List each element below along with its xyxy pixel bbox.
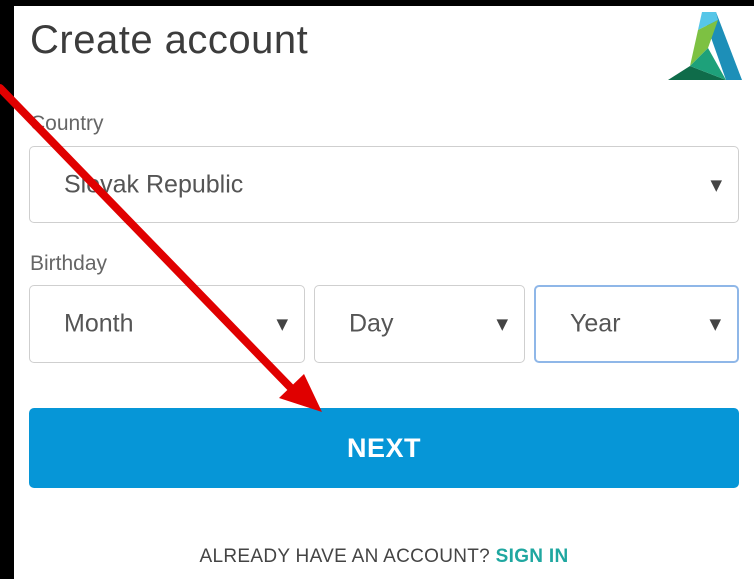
chevron-down-icon: ▼ [496, 315, 508, 333]
day-select-value: Day [349, 309, 394, 338]
month-select-value: Month [64, 309, 134, 338]
chevron-down-icon: ▼ [276, 315, 288, 333]
next-button[interactable]: NEXT [29, 408, 739, 488]
chevron-down-icon: ▼ [710, 175, 722, 194]
screen-border-top [0, 0, 754, 6]
autodesk-logo-icon [668, 12, 742, 80]
country-label: Country [30, 112, 104, 135]
sign-in-link[interactable]: SIGN IN [496, 546, 569, 567]
birthday-month-select[interactable]: Month ▼ [29, 285, 305, 363]
page-title: Create account [30, 18, 309, 62]
screen-border-left [0, 0, 14, 579]
country-select-value: Slovak Republic [64, 170, 244, 198]
chevron-down-icon: ▼ [709, 315, 721, 333]
birthday-year-select[interactable]: Year ▼ [534, 285, 739, 363]
sign-in-prompt-text: ALREADY HAVE AN ACCOUNT? [199, 546, 491, 567]
sign-in-prompt: ALREADY HAVE AN ACCOUNT? SIGN IN [0, 546, 754, 568]
birthday-label: Birthday [30, 252, 108, 275]
country-select[interactable]: Slovak Republic ▼ [29, 146, 739, 223]
year-select-value: Year [570, 309, 621, 338]
birthday-day-select[interactable]: Day ▼ [314, 285, 525, 363]
